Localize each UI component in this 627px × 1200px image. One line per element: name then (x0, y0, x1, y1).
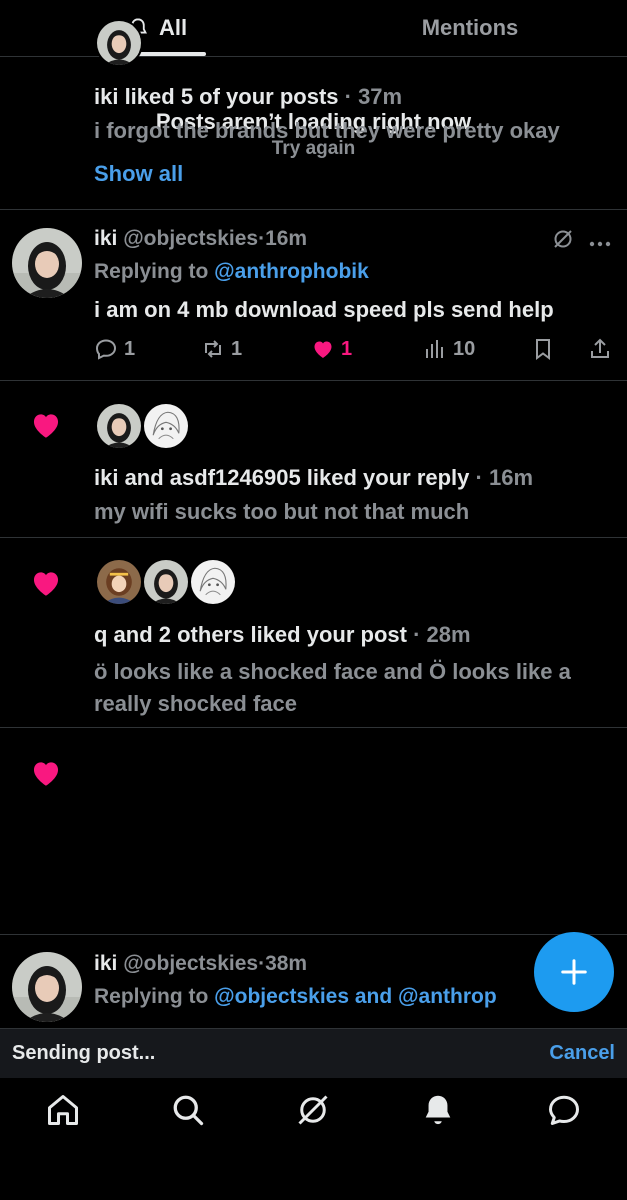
notification-title: iki liked 5 of your posts · 37m (94, 84, 402, 110)
tab-mentions-label: Mentions (421, 15, 519, 40)
like-count: 1 (341, 337, 353, 360)
like-notification[interactable] (0, 728, 627, 935)
repost-count: 1 (231, 337, 243, 360)
bottom-navigation (0, 1078, 627, 1200)
bookmark-button[interactable] (531, 335, 561, 363)
reply-icon (95, 339, 117, 360)
reply-post[interactable]: iki @objectskies·16m Replying to @anthro… (0, 211, 627, 381)
avatar[interactable] (12, 228, 82, 298)
home-icon[interactable] (45, 1092, 81, 1128)
post-time: 16m (265, 227, 308, 250)
like-button[interactable]: 1 (311, 335, 352, 363)
post-text: i am on 4 mb download speed pls send hel… (94, 297, 554, 322)
like-notification[interactable]: iki and asdf1246905 liked your reply · 1… (0, 381, 627, 538)
post-header: iki @objectskies·38m (94, 952, 307, 976)
like-notification[interactable]: q and 2 others liked your post · 28m ö l… (0, 538, 627, 728)
replying-prefix: Replying to (94, 260, 215, 283)
replying-to: Replying to @objectskies and @anthrop (94, 985, 497, 1009)
notification-title: q and 2 others liked your post · 28m (94, 622, 471, 648)
notification-text: q and 2 others liked your post (94, 622, 407, 647)
replying-to-handle[interactable]: @objectskies and @anthrop (214, 985, 497, 1008)
notification-text: iki liked 5 of your posts (94, 84, 339, 109)
compose-button[interactable] (534, 932, 614, 1012)
search-icon[interactable] (170, 1092, 206, 1128)
notification-snippet: ö looks like a shocked face and Ö looks … (94, 659, 571, 716)
avatar[interactable] (95, 402, 143, 450)
repost-button[interactable]: 1 (201, 335, 242, 363)
reply-post[interactable]: iki @objectskies·38m Replying to @object… (0, 936, 627, 1028)
notification-title: iki and asdf1246905 liked your reply · 1… (94, 465, 533, 491)
display-name[interactable]: iki (94, 952, 117, 975)
avatar[interactable] (142, 558, 190, 606)
avatar[interactable] (189, 558, 237, 606)
messages-icon[interactable] (546, 1092, 582, 1128)
heart-icon (29, 756, 63, 790)
views-button[interactable]: 10 (423, 335, 475, 363)
avatar[interactable] (12, 952, 82, 1022)
replying-prefix: Replying to (94, 985, 215, 1008)
display-name[interactable]: iki (94, 227, 117, 250)
tab-mentions[interactable]: Mentions (370, 0, 570, 56)
bookmark-icon (536, 339, 550, 360)
heart-icon (29, 566, 63, 600)
avatar[interactable] (142, 402, 190, 450)
reply-button[interactable]: 1 (94, 335, 135, 363)
show-all-link[interactable]: Show all (94, 161, 183, 187)
reply-count: 1 (124, 337, 136, 360)
post-time: 38m (265, 952, 308, 975)
notifications-icon[interactable] (420, 1092, 456, 1128)
analytics-icon (426, 340, 443, 358)
handle[interactable]: @objectskies (123, 952, 258, 975)
notification-time: · 16m (469, 465, 534, 490)
notification-time: · 37m (338, 84, 403, 109)
notification-snippet: i forgot the brands but they were pretty… (94, 118, 560, 143)
share-button[interactable] (588, 335, 618, 363)
grok-icon[interactable] (295, 1092, 331, 1128)
replying-to: Replying to @anthrophobik (94, 260, 369, 284)
handle[interactable]: @objectskies (123, 227, 258, 250)
plus-icon (561, 959, 587, 985)
sending-toast: Sending post... Cancel (0, 1028, 627, 1078)
share-icon (591, 338, 609, 358)
avatar[interactable] (95, 558, 143, 606)
grok-icon[interactable] (551, 227, 575, 251)
notification-snippet: my wifi sucks too but not that much (94, 499, 470, 524)
views-count: 10 (453, 337, 476, 360)
heart-filled-icon (314, 341, 332, 358)
more-icon[interactable] (588, 235, 612, 247)
notification-text: iki and asdf1246905 liked your reply (94, 465, 470, 490)
avatar[interactable] (95, 19, 143, 67)
heart-icon (29, 408, 63, 442)
notification-time: · 28m (406, 622, 471, 647)
replying-to-handle[interactable]: @anthrophobik (214, 260, 369, 283)
tab-all-label: All (158, 15, 188, 40)
post-header: iki @objectskies·16m (94, 227, 307, 251)
sending-text: Sending post... (12, 1042, 156, 1064)
notifications-tabs: All Mentions (0, 0, 627, 57)
repost-icon (205, 340, 221, 358)
cancel-button[interactable]: Cancel (549, 1042, 615, 1065)
